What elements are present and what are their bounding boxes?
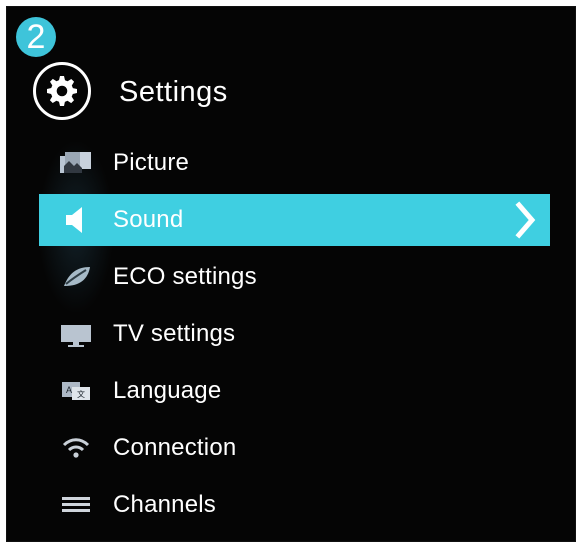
svg-text:文: 文 (77, 389, 85, 399)
menu-label-connection: Connection (113, 434, 237, 461)
svg-text:A: A (66, 385, 72, 395)
menu-item-picture[interactable]: Picture (39, 137, 550, 189)
menu-label-eco-settings: ECO settings (113, 263, 257, 290)
channels-icon (39, 479, 113, 531)
menu-item-eco-settings[interactable]: ECO settings (39, 251, 550, 303)
step-badge: 2 (16, 17, 56, 57)
menu-label-language: Language (113, 377, 222, 404)
tv-settings-screen: 2 Settings Picture Sound ECO settings TV… (6, 6, 576, 542)
wifi-icon (39, 422, 113, 474)
leaf-icon (39, 251, 113, 303)
menu-item-tv-settings[interactable]: TV settings (39, 308, 550, 360)
menu-label-picture: Picture (113, 149, 190, 176)
speaker-icon (39, 194, 113, 246)
menu-item-language[interactable]: A 文 Language (39, 365, 550, 417)
menu-label-sound: Sound (113, 206, 184, 233)
chevron-right-icon (502, 194, 550, 246)
menu-item-sound[interactable]: Sound (39, 194, 550, 246)
menu-item-connection[interactable]: Connection (39, 422, 550, 474)
gear-icon (33, 62, 91, 120)
menu-item-channels[interactable]: Channels (39, 479, 550, 531)
picture-icon (39, 137, 113, 189)
tv-icon (39, 308, 113, 360)
menu-label-channels: Channels (113, 491, 217, 518)
language-icon: A 文 (39, 365, 113, 417)
page-title: Settings (119, 76, 228, 108)
menu-label-tv-settings: TV settings (113, 320, 236, 347)
